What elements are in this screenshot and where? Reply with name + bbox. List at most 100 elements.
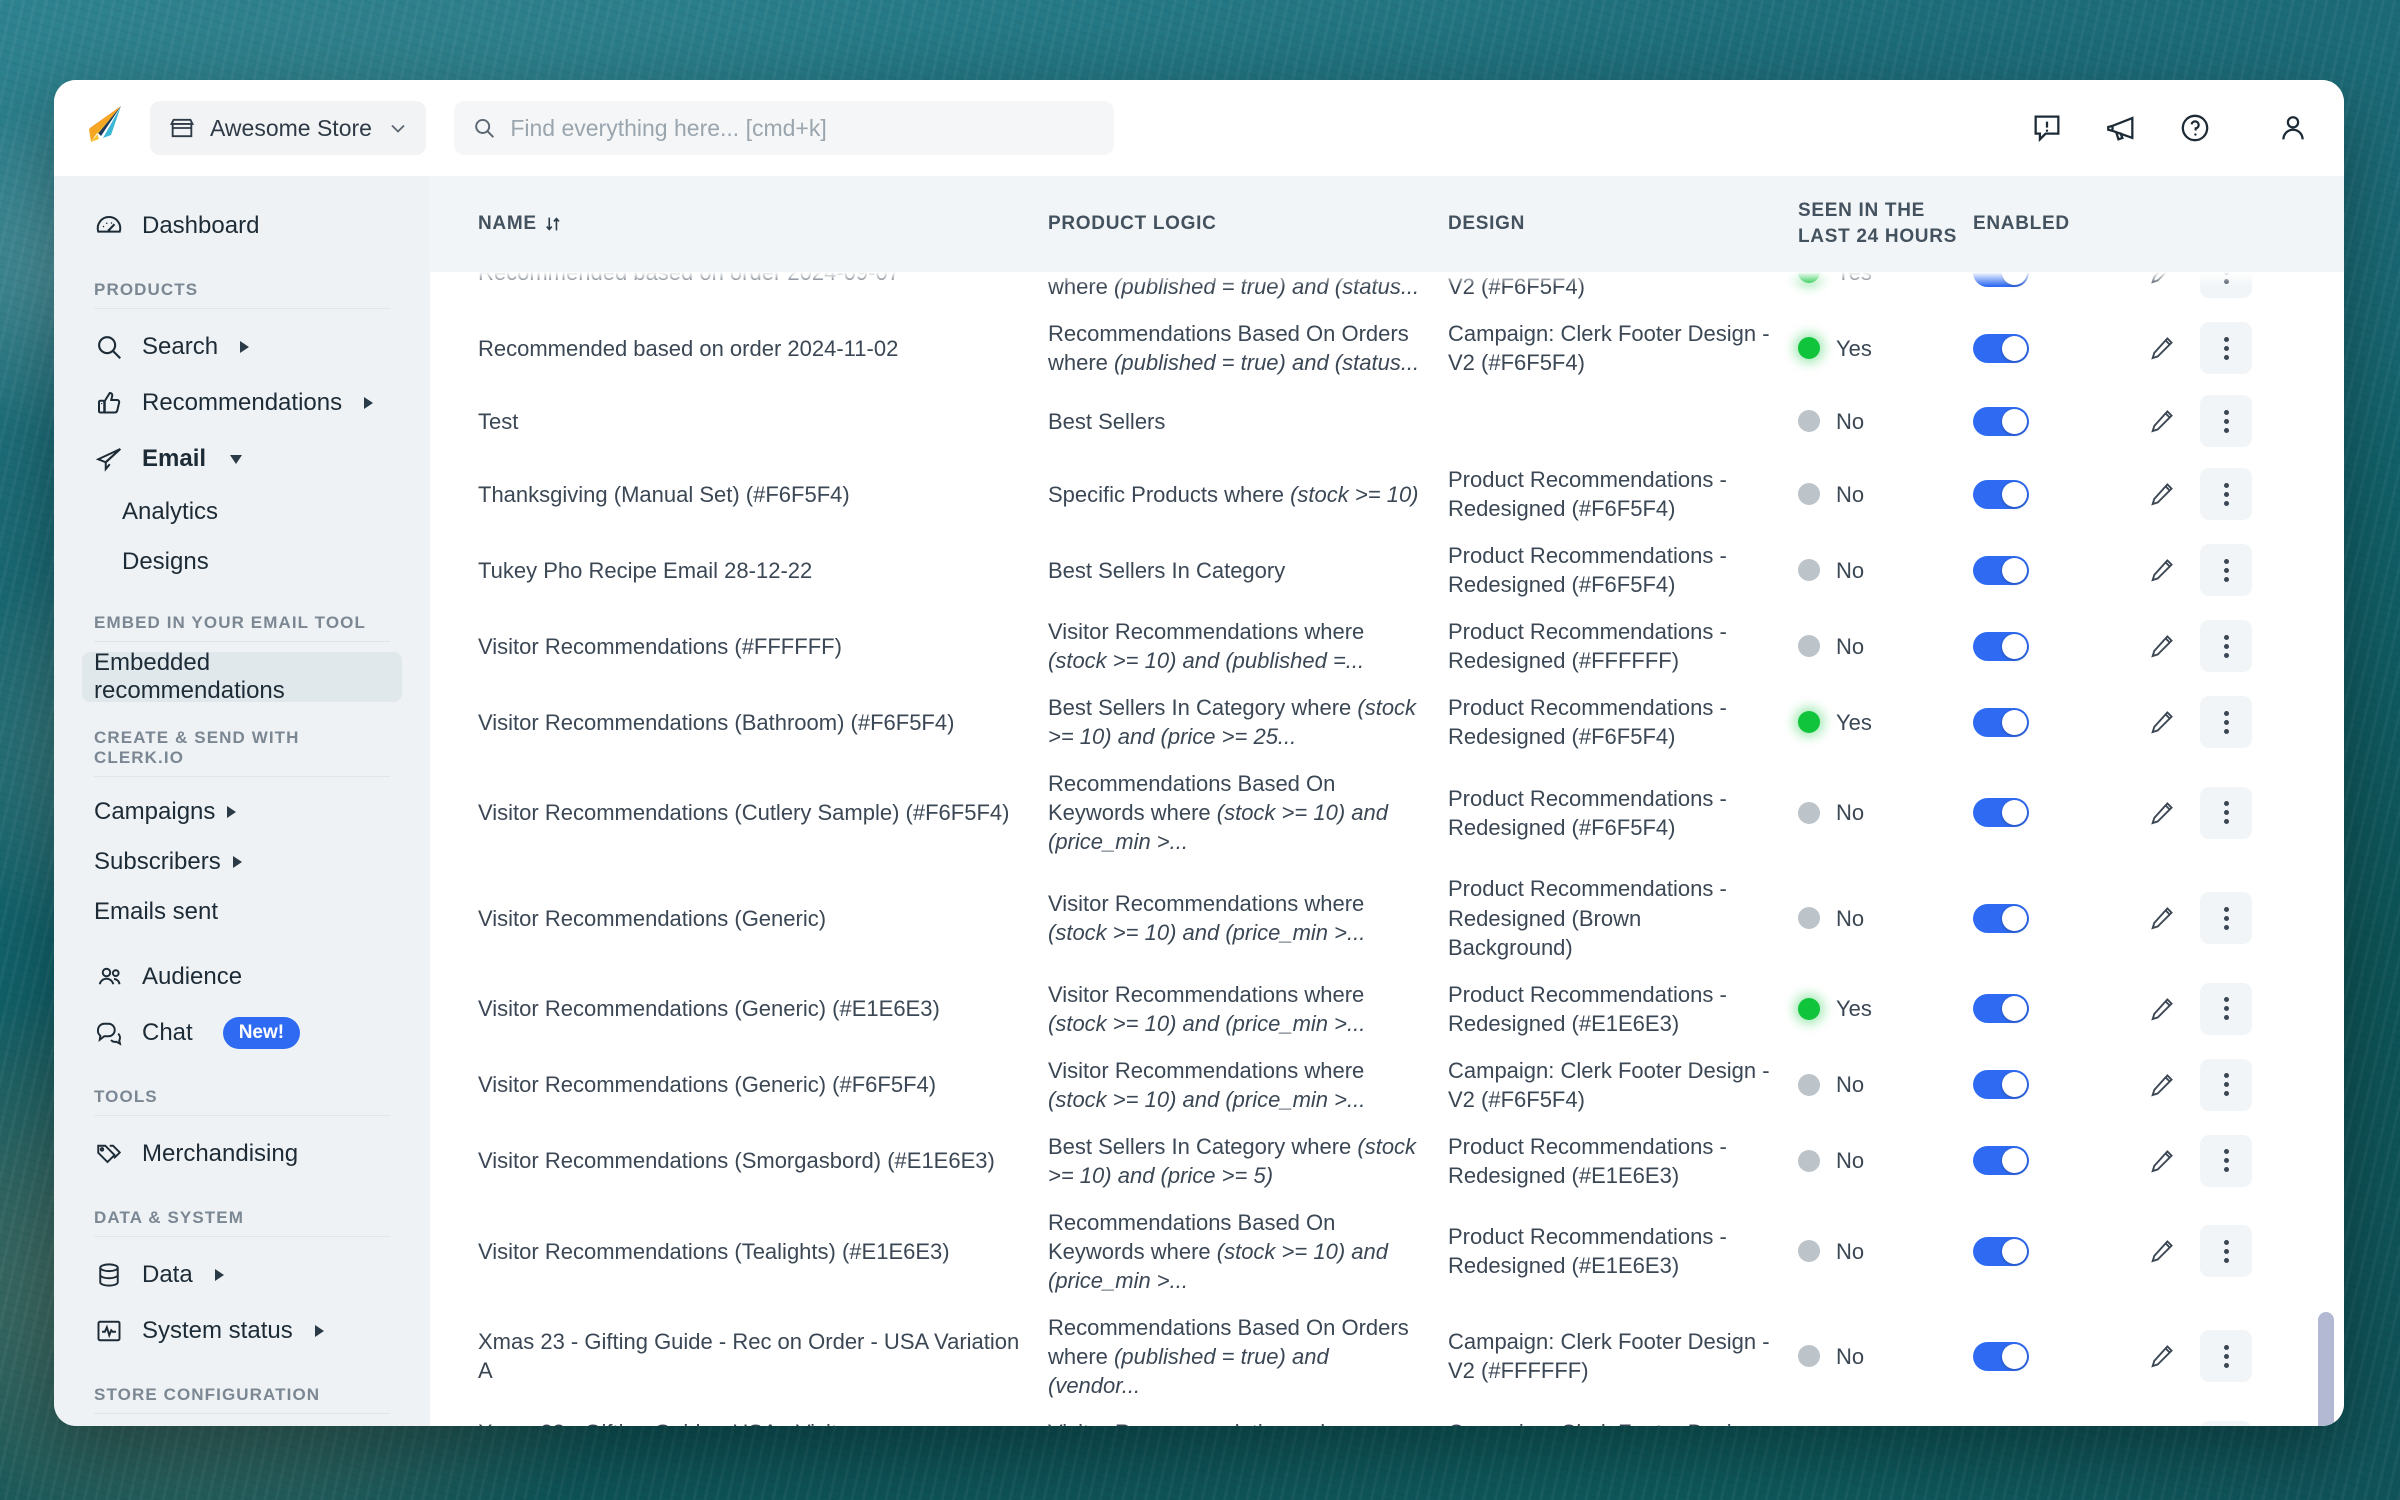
enabled-toggle[interactable]	[1973, 406, 2029, 436]
store-picker[interactable]: Awesome Store	[150, 101, 426, 155]
enabled-toggle[interactable]	[1973, 1070, 2029, 1100]
feedback-icon[interactable]	[2030, 111, 2064, 145]
search-input[interactable]	[510, 114, 1096, 142]
sidebar-item-chat[interactable]: Chat New!	[82, 1005, 402, 1061]
thumbs-up-icon	[98, 391, 121, 414]
table-row[interactable]: Visitor Recommendations (Cutlery Sample)…	[478, 760, 2344, 865]
pencil-icon[interactable]	[2148, 1147, 2176, 1175]
table-row[interactable]: Recommended based on order 2024-11-02 Rec…	[478, 310, 2344, 386]
table-row[interactable]: Test Best Sellers No	[478, 386, 2344, 456]
pencil-icon[interactable]	[2148, 1071, 2176, 1099]
column-header-product-logic[interactable]: PRODUCT LOGIC	[1048, 211, 1448, 237]
kebab-menu-icon[interactable]	[2200, 1134, 2252, 1187]
kebab-menu-icon[interactable]	[2200, 468, 2252, 521]
pencil-icon[interactable]	[2148, 556, 2176, 584]
enabled-toggle[interactable]	[1973, 1341, 2029, 1371]
kebab-menu-icon[interactable]	[2200, 1330, 2252, 1383]
enabled-toggle[interactable]	[1973, 555, 2029, 585]
product-logic-base: Best Sellers In Category where	[1048, 1133, 1358, 1159]
kebab-menu-icon[interactable]	[2200, 620, 2252, 673]
seen-label: No	[1836, 408, 1865, 434]
cell-enabled	[1973, 1236, 2148, 1266]
sidebar-item-merchandising[interactable]: Merchandising	[82, 1126, 402, 1182]
enabled-toggle[interactable]	[1973, 707, 2029, 737]
sidebar-item-campaigns[interactable]: Campaigns	[82, 787, 402, 837]
megaphone-icon[interactable]	[2104, 111, 2138, 145]
sidebar-item-system-status[interactable]: System status	[82, 1303, 402, 1359]
sidebar-item-embedded-recommendations[interactable]: Embedded recommendations	[82, 649, 402, 704]
pencil-icon[interactable]	[2148, 904, 2176, 932]
sidebar-item-subscribers[interactable]: Subscribers	[82, 837, 402, 887]
kebab-menu-icon[interactable]	[2200, 892, 2252, 945]
table-row[interactable]: Visitor Recommendations (Generic) (#F6F5…	[478, 1047, 2344, 1123]
cell-actions	[2148, 696, 2328, 749]
cell-name: Recommended based on order 2024-11-02	[478, 335, 899, 361]
cell-seen-24h: No	[1798, 632, 1973, 661]
global-search[interactable]	[453, 101, 1114, 155]
pencil-icon[interactable]	[2148, 708, 2176, 736]
kebab-menu-icon[interactable]	[2200, 322, 2252, 375]
vertical-scrollbar[interactable]	[2318, 272, 2334, 1426]
table-row[interactable]: Visitor Recommendations (Smorgasbord) (#…	[478, 1123, 2344, 1199]
kebab-menu-icon[interactable]	[2200, 1058, 2252, 1111]
table-row[interactable]: Visitor Recommendations (#FFFFFF) Visitor…	[478, 608, 2344, 684]
sidebar-item-audience[interactable]: Audience	[82, 949, 402, 1005]
cell-enabled	[1973, 406, 2148, 436]
enabled-toggle[interactable]	[1973, 631, 2029, 661]
cell-name: Tukey Pho Recipe Email 28-12-22	[478, 557, 813, 583]
table-row[interactable]: Thanksgiving (Manual Set) (#F6F5F4) Speci…	[478, 456, 2344, 532]
pencil-icon[interactable]	[2148, 480, 2176, 508]
cell-product-logic: Recommendations Based On Orders where (p…	[1048, 319, 1448, 377]
column-header-enabled[interactable]: ENABLED	[1973, 211, 2148, 237]
column-header-design[interactable]: DESIGN	[1448, 211, 1798, 237]
table-row[interactable]: Visitor Recommendations (Bathroom) (#F6F…	[478, 684, 2344, 760]
kebab-menu-icon[interactable]	[2200, 982, 2252, 1035]
pencil-icon[interactable]	[2148, 1237, 2176, 1265]
pencil-icon[interactable]	[2148, 407, 2176, 435]
sidebar-item-search[interactable]: Search	[82, 319, 402, 375]
help-icon[interactable]	[2178, 111, 2212, 145]
sidebar-item-dashboard[interactable]: Dashboard	[82, 198, 402, 254]
kebab-menu-icon[interactable]	[2200, 1420, 2252, 1426]
kebab-menu-icon[interactable]	[2200, 696, 2252, 749]
sidebar-item-analytics[interactable]: Analytics	[82, 487, 402, 537]
kebab-menu-icon[interactable]	[2200, 544, 2252, 597]
account-icon[interactable]	[2276, 111, 2310, 145]
sidebar-item-designs[interactable]: Designs	[82, 537, 402, 587]
sidebar-item-recommendations[interactable]: Recommendations	[82, 375, 402, 431]
enabled-toggle[interactable]	[1973, 1146, 2029, 1176]
enabled-toggle[interactable]	[1973, 479, 2029, 509]
clerk-logo-icon[interactable]	[80, 102, 132, 154]
sidebar-item-emails-sent[interactable]: Emails sent	[82, 887, 402, 937]
table-row[interactable]: Tukey Pho Recipe Email 28-12-22 Best Sell…	[478, 532, 2344, 608]
enabled-toggle[interactable]	[1973, 994, 2029, 1024]
product-logic-condition: (stock >= 10) and (price_min >...	[1048, 1010, 1366, 1036]
table-row[interactable]: Visitor Recommendations (Generic) (#E1E6…	[478, 971, 2344, 1047]
column-header-name[interactable]: NAME	[478, 211, 1048, 237]
sidebar-item-data[interactable]: Data	[82, 1247, 402, 1303]
toggle-knob	[2002, 905, 2027, 931]
table-row[interactable]: Xmas 23 - Gifting Guide - Rec on Order -…	[478, 1304, 2344, 1409]
kebab-menu-icon[interactable]	[2200, 786, 2252, 839]
kebab-menu-icon[interactable]	[2200, 1225, 2252, 1278]
seen-label: Yes	[1836, 709, 1872, 735]
product-logic-condition: (published = true) and (status...	[1114, 274, 1420, 300]
enabled-toggle[interactable]	[1973, 798, 2029, 828]
column-header-seen-24h[interactable]: SEEN IN THE LAST 24 HOURS	[1798, 198, 1973, 249]
enabled-toggle[interactable]	[1973, 903, 2029, 933]
pencil-icon[interactable]	[2148, 1342, 2176, 1370]
sidebar-item-settings[interactable]: Settings	[82, 1424, 402, 1426]
enabled-toggle[interactable]	[1973, 333, 2029, 363]
sidebar-item-email[interactable]: Email	[82, 431, 402, 487]
table-row[interactable]: Visitor Recommendations (Generic) Visitor…	[478, 865, 2344, 970]
pencil-icon[interactable]	[2148, 334, 2176, 362]
table-row[interactable]: Visitor Recommendations (Tealights) (#E1…	[478, 1199, 2344, 1304]
pencil-icon[interactable]	[2148, 995, 2176, 1023]
pencil-icon[interactable]	[2148, 799, 2176, 827]
kebab-menu-icon[interactable]	[2200, 395, 2252, 448]
cell-name: Thanksgiving (Manual Set) (#F6F5F4)	[478, 481, 850, 507]
enabled-toggle[interactable]	[1973, 1236, 2029, 1266]
table-row[interactable]: Xmas 23 - Gifting Guide - USA - Visitor …	[478, 1409, 2344, 1426]
pencil-icon[interactable]	[2148, 632, 2176, 660]
scrollbar-thumb[interactable]	[2318, 1312, 2334, 1426]
